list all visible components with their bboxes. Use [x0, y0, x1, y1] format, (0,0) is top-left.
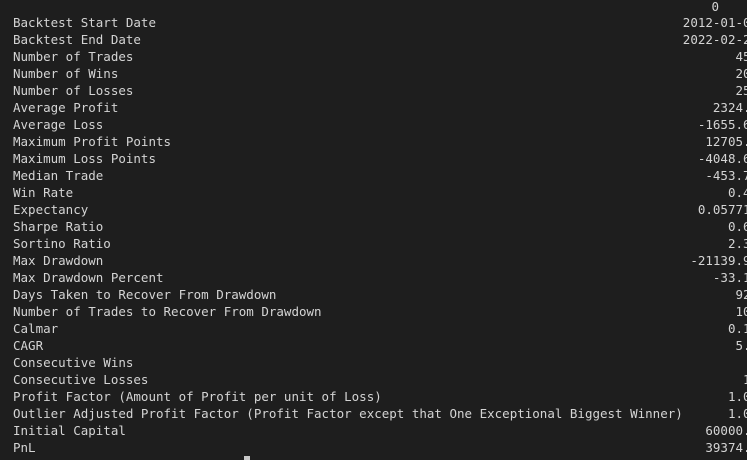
table-row: CAGR 5.1: [13, 337, 747, 354]
table-row: Profit Factor (Amount of Profit per unit…: [13, 388, 747, 405]
row-label: Backtest End Date: [13, 32, 141, 47]
row-value: 1.06: [727, 406, 747, 421]
row-value: 5.1: [735, 338, 747, 353]
row-label: Maximum Loss Points: [13, 151, 156, 166]
table-row: Expectancy 0.057718: [13, 201, 747, 218]
table-row: Number of Trades 459: [13, 48, 747, 65]
row-value: 0.68: [727, 219, 747, 234]
table-row: Consecutive Losses 10: [13, 371, 747, 388]
output-panel: 0 Backtest Start Date 2012-01-03 Backtest…: [0, 0, 747, 460]
row-value: 6: [683, 354, 747, 371]
row-value: 927: [735, 287, 747, 302]
table-row: Maximum Profit Points 12705.0: [13, 133, 747, 150]
row-value: -33.13: [712, 270, 747, 285]
row-value: 2324.4: [712, 100, 747, 115]
table-row: Calmar 0.15: [13, 320, 747, 337]
row-value: 2022-02-24: [682, 32, 747, 47]
table-row: Number of Wins 200: [13, 65, 747, 82]
row-value: 2.32: [727, 236, 747, 251]
row-value: 39374.0: [705, 440, 747, 455]
row-value: 0.057718: [697, 202, 747, 217]
row-label: Average Profit: [13, 100, 119, 115]
row-label: Expectancy: [13, 202, 89, 217]
stats-table: Backtest Start Date 2012-01-03 Backtest E…: [13, 14, 747, 456]
row-label: Initial Capital: [13, 423, 126, 438]
table-row: Median Trade -453.75: [13, 167, 747, 184]
row-label: CAGR: [13, 338, 44, 353]
table-row: Outlier Adjusted Profit Factor (Profit F…: [13, 405, 747, 422]
table-row: Max Drawdown -21139.99: [13, 252, 747, 269]
row-label: Median Trade: [13, 168, 104, 183]
table-row: Backtest End Date 2022-02-24: [13, 31, 747, 48]
table-row: Maximum Loss Points -4048.65: [13, 150, 747, 167]
row-label: Calmar: [13, 321, 59, 336]
row-value: 200: [735, 66, 747, 81]
table-row: Number of Losses 257: [13, 82, 747, 99]
row-label: Consecutive Wins: [13, 355, 134, 370]
row-value: 0.15: [727, 321, 747, 336]
scroll-handle[interactable]: [244, 456, 250, 460]
row-value: -4048.65: [697, 151, 747, 166]
table-row: Sharpe Ratio 0.68: [13, 218, 747, 235]
row-value: 2012-01-03: [682, 15, 747, 30]
row-label: Number of Wins: [13, 66, 119, 81]
row-label: Average Loss: [13, 117, 104, 132]
row-value: -453.75: [705, 168, 747, 183]
row-label: Outlier Adjusted Profit Factor (Profit F…: [13, 406, 683, 421]
row-label: Number of Trades to Recover From Drawdow…: [13, 304, 322, 319]
row-label: Maximum Profit Points: [13, 134, 172, 149]
row-label: Number of Losses: [13, 83, 134, 98]
table-row: Initial Capital 60000.0: [13, 422, 747, 439]
row-label: Sharpe Ratio: [13, 219, 104, 234]
row-value: 1.09: [727, 389, 747, 404]
row-label: Days Taken to Recover From Drawdown: [13, 287, 277, 302]
row-label: Profit Factor (Amount of Profit per unit…: [13, 389, 382, 404]
table-row: Consecutive Wins 6: [13, 354, 747, 371]
table-row: Average Profit 2324.4: [13, 99, 747, 116]
row-label: Max Drawdown Percent: [13, 270, 164, 285]
row-label: Sortino Ratio: [13, 236, 111, 251]
row-value: 10: [743, 372, 747, 387]
column-header: 0: [711, 0, 719, 14]
table-row: Sortino Ratio 2.32: [13, 235, 747, 252]
row-value: -1655.67: [697, 117, 747, 132]
table-row: Win Rate 0.44: [13, 184, 747, 201]
row-value: 108: [735, 304, 747, 319]
row-label: Win Rate: [13, 185, 74, 200]
table-row: Days Taken to Recover From Drawdown 927: [13, 286, 747, 303]
table-row: Backtest Start Date 2012-01-03: [13, 14, 747, 31]
row-value: 60000.0: [705, 423, 747, 438]
table-row: Max Drawdown Percent -33.13: [13, 269, 747, 286]
row-label: Max Drawdown: [13, 253, 104, 268]
row-value: 459: [735, 49, 747, 64]
row-label: Number of Trades: [13, 49, 134, 64]
row-value: 12705.0: [705, 134, 747, 149]
row-label: PnL: [13, 440, 36, 455]
table-row: PnL 39374.0: [13, 439, 747, 456]
row-label: Consecutive Losses: [13, 372, 149, 387]
stats-table-body: Backtest Start Date 2012-01-03 Backtest E…: [13, 14, 747, 456]
row-value: -21139.99: [690, 253, 747, 268]
table-row: Number of Trades to Recover From Drawdow…: [13, 303, 747, 320]
row-value: 257: [735, 83, 747, 98]
table-row: Average Loss -1655.67: [13, 116, 747, 133]
row-value: 0.44: [727, 185, 747, 200]
row-label: Backtest Start Date: [13, 15, 156, 30]
